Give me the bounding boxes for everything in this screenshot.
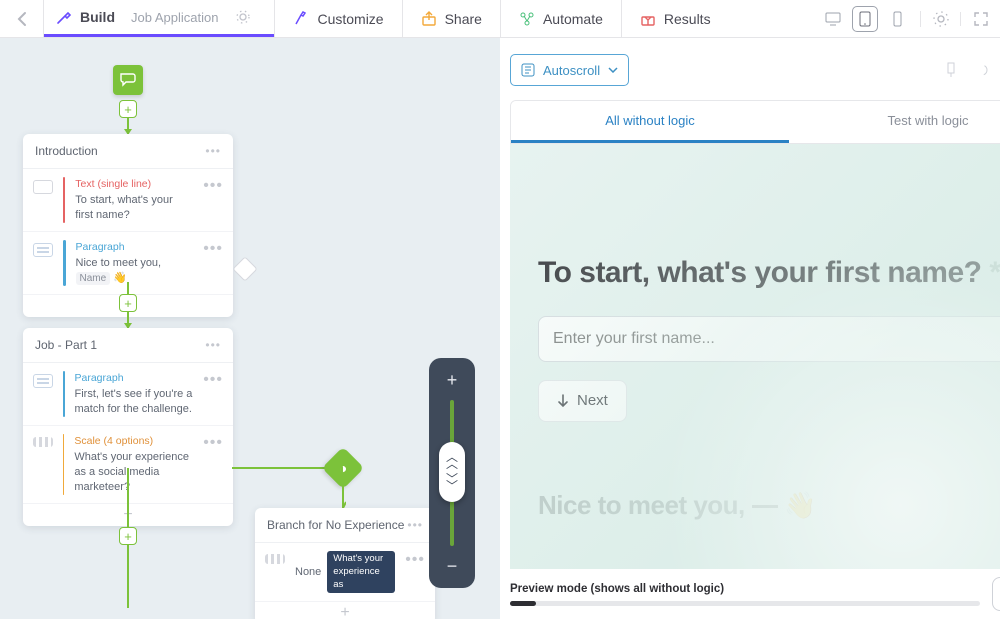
- row-menu-button[interactable]: •••: [405, 551, 425, 593]
- tab-results[interactable]: Results: [622, 0, 729, 37]
- build-label: Build: [80, 9, 115, 25]
- row-menu-button[interactable]: •••: [203, 240, 223, 286]
- add-node-button[interactable]: +: [119, 100, 137, 118]
- card-branch-no-experience[interactable]: Branch for No Experience ••• None What's…: [255, 508, 435, 619]
- field-type: Scale (4 options): [74, 434, 193, 448]
- automate-icon: [519, 11, 535, 27]
- tab-customize[interactable]: Customize: [275, 0, 401, 37]
- preview-progress-bar: [510, 601, 980, 606]
- zoom-out-button[interactable]: −: [447, 554, 458, 578]
- document-name[interactable]: Job Application: [131, 10, 218, 25]
- card-title: Job - Part 1: [35, 338, 97, 352]
- share-label: Share: [445, 11, 482, 27]
- preview-mode-label: Preview mode (shows all without logic): [510, 583, 980, 595]
- first-name-input[interactable]: [538, 316, 1000, 362]
- preview-tab-test[interactable]: Test with logic: [789, 101, 1000, 143]
- card-menu-button[interactable]: •••: [407, 518, 423, 532]
- field-type: Text (single line): [75, 177, 193, 191]
- row-menu-button[interactable]: •••: [203, 177, 223, 223]
- customize-icon: [293, 11, 309, 27]
- paragraph-icon: [33, 374, 53, 388]
- tab-automate[interactable]: Automate: [501, 0, 621, 37]
- arrow-down-icon: [557, 394, 569, 408]
- start-node[interactable]: [113, 65, 143, 95]
- card-add-button[interactable]: +: [255, 602, 435, 619]
- question-row[interactable]: Paragraph First, let's see if you're a m…: [23, 363, 233, 426]
- chevron-down-icon: [608, 67, 618, 73]
- field-text: To start, what's your first name?: [75, 194, 172, 221]
- row-menu-button[interactable]: •••: [203, 371, 223, 417]
- settings-button[interactable]: [920, 11, 960, 27]
- share-icon: [421, 11, 437, 27]
- autoscroll-icon: [521, 63, 535, 77]
- add-node-button[interactable]: +: [119, 527, 137, 545]
- device-desktop-button[interactable]: [820, 6, 846, 32]
- card-menu-button[interactable]: •••: [205, 338, 221, 352]
- build-icon: [56, 9, 72, 25]
- zoom-handle[interactable]: ︿︿ ﹀﹀: [439, 442, 465, 502]
- next-button[interactable]: Next: [538, 380, 627, 422]
- autoscroll-dropdown[interactable]: Autoscroll: [510, 54, 629, 86]
- tab-share[interactable]: Share: [403, 0, 500, 37]
- preview-loading-icon: [975, 63, 989, 77]
- scale-icon: [33, 437, 53, 447]
- add-node-button[interactable]: +: [119, 294, 137, 312]
- customize-label: Customize: [317, 11, 383, 27]
- field-type: Paragraph: [75, 371, 194, 385]
- chevron-down-icon: ﹀﹀: [446, 476, 458, 490]
- preview-tab-all[interactable]: All without logic: [511, 101, 789, 143]
- branch-condition-row[interactable]: None What's your experience as •••: [255, 543, 435, 602]
- branch-icon: ◑: [339, 460, 347, 476]
- next-label: Next: [577, 392, 608, 409]
- card-title: Introduction: [35, 144, 98, 158]
- field-type: Paragraph: [76, 240, 194, 254]
- flow-canvas[interactable]: + Introduction ••• Text (single line) To…: [0, 38, 500, 619]
- question-row[interactable]: Text (single line) To start, what's your…: [23, 169, 233, 232]
- preview-prev-button[interactable]: [992, 577, 1000, 611]
- field-text: First, let's see if you're a match for t…: [75, 388, 193, 415]
- preview-greeting: Nice to meet you, 👋: [538, 490, 816, 521]
- paragraph-icon: [33, 243, 53, 257]
- scale-icon: [265, 554, 285, 564]
- device-mobile-button[interactable]: [884, 6, 910, 32]
- fullscreen-button[interactable]: [960, 12, 1000, 26]
- card-title: Branch for No Experience: [267, 518, 404, 532]
- branch-value: None: [295, 565, 321, 580]
- preview-question: To start, what's your first name? *: [538, 254, 1000, 292]
- field-text: Nice to meet you, Name 👋: [76, 257, 162, 284]
- zoom-control[interactable]: + ︿︿ ﹀﹀ −: [429, 358, 475, 588]
- tab-build[interactable]: Build Job Application: [44, 0, 274, 37]
- results-label: Results: [664, 11, 711, 27]
- chevron-up-icon: ︿︿: [446, 454, 458, 468]
- preview-viewport: To start, what's your first name? * Next…: [510, 144, 1000, 569]
- card-menu-button[interactable]: •••: [205, 144, 221, 158]
- add-edge-button[interactable]: [232, 256, 257, 281]
- preview-tool-icon[interactable]: [945, 62, 957, 78]
- back-button[interactable]: [0, 0, 44, 37]
- zoom-track[interactable]: ︿︿ ﹀﹀: [450, 400, 454, 546]
- text-field-icon: [33, 180, 53, 194]
- results-icon: [640, 11, 656, 27]
- automate-label: Automate: [543, 11, 603, 27]
- autoscroll-label: Autoscroll: [543, 63, 600, 78]
- branch-source-pill: What's your experience as: [327, 551, 395, 593]
- zoom-in-button[interactable]: +: [447, 368, 458, 392]
- device-tablet-button[interactable]: [852, 6, 878, 32]
- build-settings-icon[interactable]: [226, 10, 260, 24]
